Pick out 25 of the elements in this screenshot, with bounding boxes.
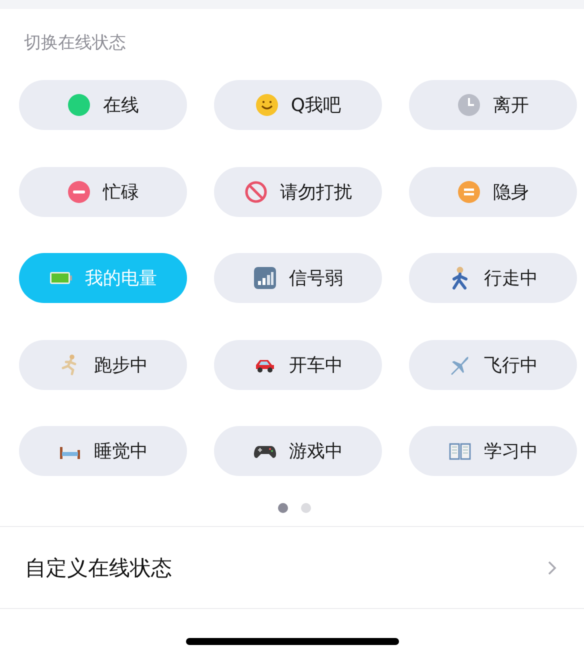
status-button[interactable]: 跑步中 bbox=[19, 340, 187, 390]
status-button[interactable]: 在线 bbox=[19, 80, 187, 130]
status-button[interactable]: 信号弱 bbox=[214, 253, 382, 303]
status-dot-icon bbox=[67, 93, 91, 117]
status-button[interactable]: 请勿打扰 bbox=[214, 166, 382, 216]
status-button[interactable]: 飞行中 bbox=[409, 340, 577, 390]
section-title: 切换在线状态 bbox=[23, 32, 127, 55]
prohibited-icon bbox=[244, 180, 268, 204]
signal-bars-icon bbox=[253, 266, 277, 290]
status-button[interactable]: 忙碌 bbox=[19, 166, 187, 216]
equals-circle-icon bbox=[457, 180, 481, 204]
status-button[interactable]: 离开 bbox=[409, 80, 577, 130]
custom-status-label: 自定义在线状态 bbox=[25, 554, 172, 582]
status-button[interactable]: 开车中 bbox=[214, 340, 382, 390]
status-button[interactable]: 学习中 bbox=[409, 426, 577, 476]
status-button[interactable]: 行走中 bbox=[409, 253, 577, 303]
smiley-icon bbox=[254, 93, 279, 117]
clock-icon bbox=[457, 93, 481, 117]
chevron-right-icon bbox=[547, 560, 557, 576]
status-button[interactable]: 游戏中 bbox=[214, 426, 382, 476]
status-button[interactable]: Q我吧 bbox=[214, 80, 382, 130]
minus-circle-icon bbox=[67, 180, 91, 204]
status-button[interactable]: 隐身 bbox=[409, 166, 577, 216]
custom-status-row[interactable]: 自定义在线状态 bbox=[0, 527, 584, 608]
status-button[interactable]: 睡觉中 bbox=[19, 426, 187, 476]
